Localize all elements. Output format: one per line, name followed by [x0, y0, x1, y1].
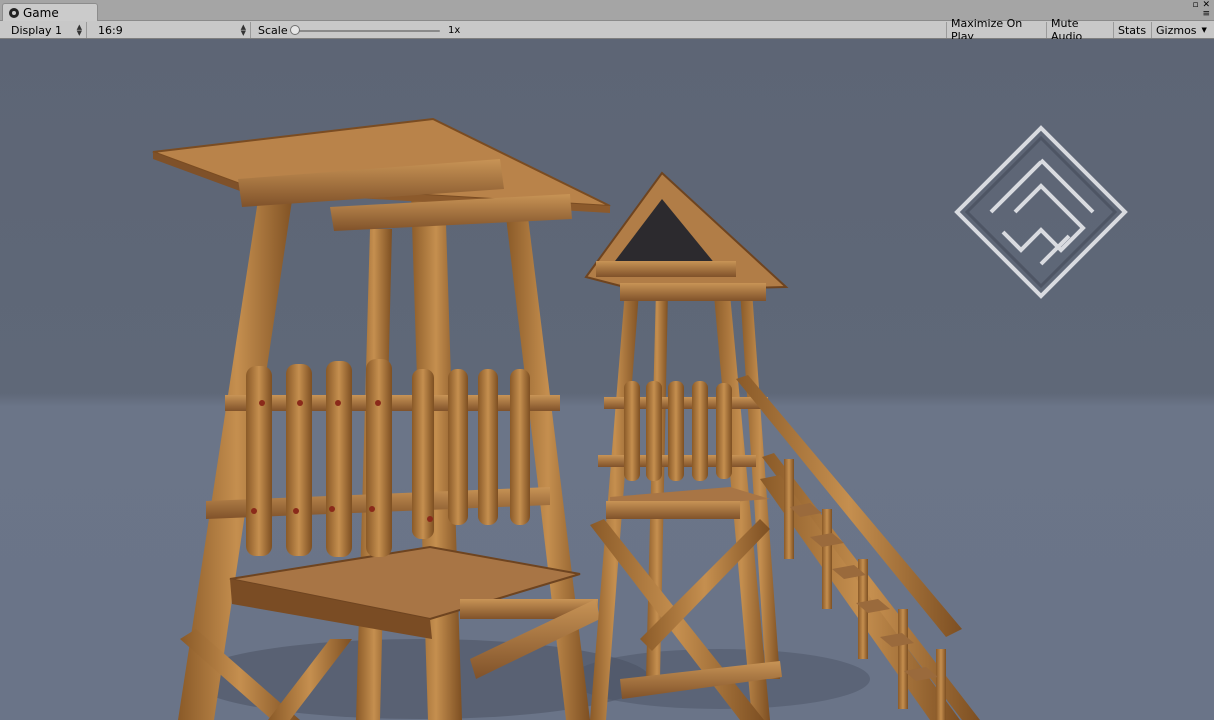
- large-watchtower: [152, 117, 611, 720]
- scene-render: [152, 117, 1128, 720]
- tab-game-label: Game: [23, 5, 59, 20]
- game-toolbar: Display 1 ▲ ▼ 16:9 ▲ ▼ Scale 1x Maximize O…: [0, 17, 1214, 43]
- display-dropdown-label: Display 1: [11, 23, 63, 37]
- updown-arrow-icon: ▲ ▼: [240, 23, 246, 37]
- aspect-dropdown-label: 16:9: [98, 23, 123, 37]
- game-viewport[interactable]: [0, 39, 1214, 720]
- tab-game[interactable]: Game: [2, 3, 98, 21]
- window-controls: ▫ ✕ ≡: [1192, 1, 1210, 19]
- small-watchtower: [584, 171, 980, 720]
- menu-icon[interactable]: ≡: [1202, 10, 1210, 19]
- scale-slider-thumb[interactable]: [290, 25, 300, 35]
- scale-value: 1x: [448, 25, 461, 36]
- aspect-dropdown[interactable]: 16:9 ▲ ▼: [91, 22, 251, 38]
- unity-icon: [9, 7, 19, 18]
- mute-audio-button[interactable]: Mute Audio: [1046, 17, 1113, 43]
- scale-label: Scale: [258, 24, 288, 37]
- scale-slider-track[interactable]: [294, 30, 440, 32]
- maximize-icon[interactable]: ▫: [1192, 1, 1198, 10]
- gizmos-label: Gizmos: [1156, 23, 1197, 37]
- stats-button[interactable]: Stats: [1113, 22, 1151, 38]
- chevron-down-icon: ▼: [1201, 26, 1207, 34]
- gizmos-dropdown[interactable]: Gizmos ▼: [1151, 22, 1214, 38]
- stats-label: Stats: [1118, 23, 1147, 37]
- maximize-on-play-button[interactable]: Maximize On Play: [946, 17, 1046, 43]
- updown-arrow-icon: ▲ ▼: [76, 23, 82, 37]
- display-dropdown[interactable]: Display 1 ▲ ▼: [4, 22, 87, 38]
- maze-diamond-logo: [954, 125, 1128, 299]
